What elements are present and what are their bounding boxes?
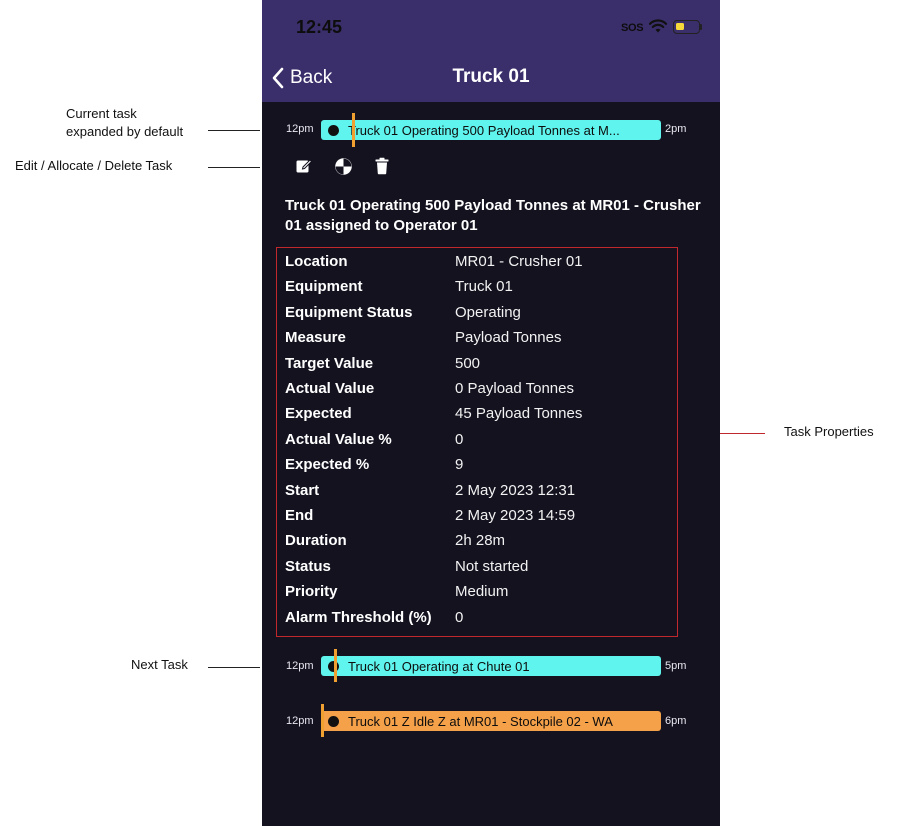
property-value: 45 Payload Tonnes (455, 405, 583, 423)
task-properties-panel: Location MR01 - Crusher 01 Equipment Truck … (276, 247, 678, 637)
phone-screen: 12:45 SOS Back Truck 01 12pm Truck 01 Op… (262, 0, 720, 826)
next-task-1-start-time: 12pm (286, 660, 314, 672)
battery-icon (673, 20, 700, 34)
property-row: Expected % 9 (285, 456, 463, 478)
property-value: 0 (455, 430, 464, 448)
property-row: Location MR01 - Crusher 01 (285, 253, 583, 275)
property-row: Equipment Truck 01 (285, 278, 513, 300)
property-row: Actual Value 0 Payload Tonnes (285, 380, 574, 402)
property-row: Start 2 May 2023 12:31 (285, 482, 575, 504)
current-time-marker (352, 113, 355, 147)
property-row: Equipment Status Operating (285, 304, 521, 326)
property-value: Medium (455, 583, 509, 601)
property-row: End 2 May 2023 14:59 (285, 507, 575, 529)
property-key: Alarm Threshold (%) (285, 608, 432, 626)
status-sos: SOS (621, 22, 644, 34)
edit-task-button[interactable] (294, 156, 314, 176)
property-key: Equipment Status (285, 303, 413, 321)
property-key: Actual Value % (285, 430, 392, 448)
status-time: 12:45 (296, 17, 343, 37)
wifi-icon (648, 19, 668, 33)
trash-icon (375, 157, 389, 175)
top-bar: 12:45 SOS Back Truck 01 (262, 0, 720, 102)
annotation-current-task-line1: Current task (66, 106, 137, 121)
property-value: 9 (455, 456, 464, 474)
task-actions (294, 156, 392, 176)
property-row: Expected 45 Payload Tonnes (285, 405, 582, 427)
annotation-edit-actions-line (208, 167, 260, 168)
next-task-1-end-time: 5pm (665, 660, 687, 672)
property-row: Actual Value % 0 (285, 431, 463, 453)
current-task-bar[interactable]: Truck 01 Operating 500 Payload Tonnes at… (321, 120, 661, 140)
property-row: Measure Payload Tonnes (285, 329, 561, 351)
property-value: Operating (455, 303, 521, 321)
annotation-task-properties: Task Properties (784, 424, 874, 439)
next-task-time-marker (334, 649, 337, 682)
property-key: Duration (285, 532, 347, 550)
edit-icon (296, 159, 313, 173)
property-row: Target Value 500 (285, 355, 480, 377)
property-value: 500 (455, 354, 481, 372)
idle-task-bar-text: Truck 01 Z Idle Z at MR01 - Stockpile 02… (348, 713, 613, 729)
task-full-title: Truck 01 Operating 500 Payload Tonnes at… (285, 197, 701, 234)
property-value: Not started (455, 557, 529, 575)
property-key: Equipment (285, 278, 363, 296)
property-value: 2 May 2023 14:59 (455, 507, 576, 524)
battery-tip (700, 24, 702, 30)
task-dot-icon (328, 715, 339, 727)
property-key: Priority (285, 583, 338, 601)
next-task-2-start-time: 12pm (286, 715, 314, 727)
property-value: MR01 - Crusher 01 (455, 253, 583, 270)
delete-task-button[interactable] (372, 156, 392, 176)
idle-task-bar[interactable]: Truck 01 Z Idle Z at MR01 - Stockpile 02… (321, 711, 661, 731)
annotation-next-task: Next Task (131, 657, 188, 672)
property-value: Truck 01 (455, 278, 513, 296)
property-key: Actual Value (285, 380, 375, 397)
annotation-current-task-line (208, 130, 260, 131)
annotation-edit-actions: Edit / Allocate / Delete Task (15, 158, 173, 173)
property-key: Expected (285, 405, 352, 423)
annotation-current-task-line2: expanded by default (66, 124, 184, 139)
property-key: End (285, 507, 314, 524)
property-value: 2 May 2023 12:31 (455, 481, 576, 499)
allocate-task-button[interactable] (333, 156, 353, 176)
property-value: 0 Payload Tonnes (455, 380, 574, 397)
property-key: Expected % (285, 456, 370, 474)
property-key: Target Value (285, 354, 374, 372)
property-key: Start (285, 481, 320, 499)
property-row: Priority Medium (285, 583, 508, 605)
current-task-end-time: 2pm (665, 123, 687, 135)
task-dot-icon (328, 124, 339, 136)
property-value: 0 (455, 608, 464, 626)
property-key: Status (285, 557, 331, 575)
allocate-icon (334, 157, 352, 175)
current-task-bar-text: Truck 01 Operating 500 Payload Tonnes at… (348, 122, 620, 138)
property-value: Payload Tonnes (455, 329, 562, 347)
next-task-bar[interactable]: Truck 01 Operating at Chute 01 (321, 656, 661, 676)
property-key: Measure (285, 329, 346, 347)
annotation-next-task-line (208, 667, 260, 668)
property-row: Duration 2h 28m (285, 532, 505, 554)
next-task-bar-text: Truck 01 Operating at Chute 01 (348, 658, 530, 674)
idle-task-time-marker (321, 704, 324, 737)
property-row: Alarm Threshold (%) 0 (285, 609, 463, 631)
current-task-start-time: 12pm (286, 123, 314, 135)
property-row: Status Not started (285, 558, 528, 580)
property-value: 2h 28m (455, 532, 506, 550)
property-key: Location (285, 253, 348, 270)
page-title: Truck 01 (452, 66, 530, 87)
annotation-current-task: Current task expanded by default (66, 105, 183, 141)
next-task-2-end-time: 6pm (665, 715, 687, 727)
